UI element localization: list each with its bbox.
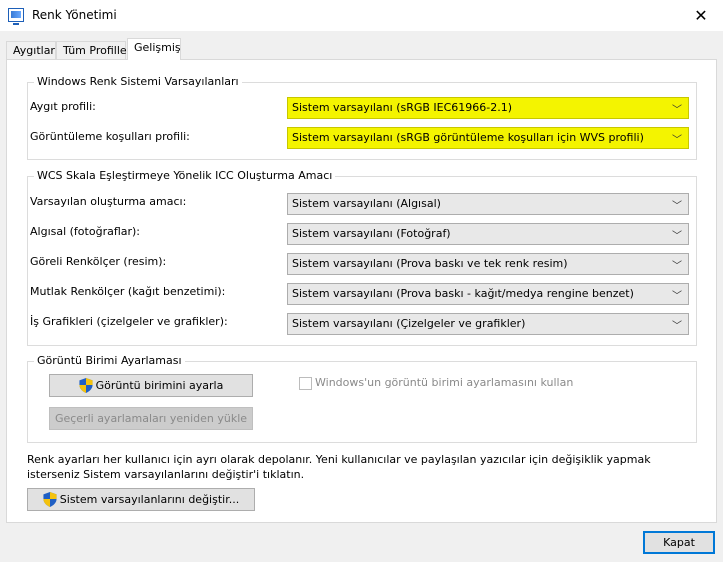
device-profile-value: Sistem varsayılanı (sRGB IEC61966-2.1) (292, 101, 513, 114)
window-close-icon[interactable]: ✕ (679, 0, 723, 31)
device-profile-label: Aygıt profili: (30, 100, 96, 113)
chevron-down-icon: ﹀ (672, 261, 682, 272)
calibrate-display-label: Görüntü birimini ayarla (95, 379, 224, 392)
perceptual-select[interactable]: Sistem varsayılanı (Fotoğraf) ﹀ (287, 223, 689, 245)
business-graphics-select[interactable]: Sistem varsayılanı (Çizelgeler ve grafik… (287, 313, 689, 335)
color-management-app-icon (8, 8, 24, 25)
uac-shield-icon (43, 492, 57, 507)
business-graphics-value: Sistem varsayılanı (Çizelgeler ve grafik… (292, 317, 526, 330)
chevron-down-icon: ﹀ (672, 135, 682, 146)
reload-calibration-label: Geçerli ayarlamaları yeniden yükle (54, 412, 248, 425)
tab-all-profiles[interactable]: Tüm Profiller (56, 41, 131, 60)
uac-shield-icon (79, 378, 93, 393)
wcs-defaults-title: Windows Renk Sistemi Varsayılanları (34, 75, 242, 88)
tab-advanced[interactable]: Gelişmiş (127, 38, 181, 60)
title-bar: Renk Yönetimi ✕ (0, 0, 723, 31)
relative-colorimetric-value: Sistem varsayılanı (Prova baskı ve tek r… (292, 257, 568, 270)
window-title: Renk Yönetimi (32, 8, 117, 22)
chevron-down-icon: ﹀ (672, 105, 682, 116)
use-windows-calibration-checkbox[interactable] (299, 377, 312, 390)
change-system-defaults-button[interactable]: Sistem varsayılanlarını değiştir... (27, 488, 255, 511)
default-intent-select[interactable]: Sistem varsayılanı (Algısal) ﹀ (287, 193, 689, 215)
relative-colorimetric-label: Göreli Renkölçer (resim): (30, 255, 167, 268)
perceptual-value: Sistem varsayılanı (Fotoğraf) (292, 227, 451, 240)
chevron-down-icon: ﹀ (672, 231, 682, 242)
close-button[interactable]: Kapat (643, 531, 715, 554)
viewing-conditions-label: Görüntüleme koşulları profili: (30, 130, 190, 143)
chevron-down-icon: ﹀ (672, 201, 682, 212)
icc-mapping-title: WCS Skala Eşleştirmeye Yönelik ICC Oluşt… (34, 169, 336, 182)
device-profile-select[interactable]: Sistem varsayılanı (sRGB IEC61966-2.1) ﹀ (287, 97, 689, 119)
use-windows-calibration-label: Windows'un görüntü birimi ayarlamasını k… (315, 376, 574, 389)
chevron-down-icon: ﹀ (672, 321, 682, 332)
change-system-defaults-label: Sistem varsayılanlarını değiştir... (59, 493, 240, 506)
info-text: Renk ayarları her kullanıcı için ayrı ol… (27, 453, 651, 481)
default-intent-label: Varsayılan oluşturma amacı: (30, 195, 187, 208)
viewing-conditions-value: Sistem varsayılanı (sRGB görüntüleme koş… (292, 131, 644, 144)
perceptual-label: Algısal (fotoğraflar): (30, 225, 141, 238)
absolute-colorimetric-label: Mutlak Renkölçer (kağıt benzetimi): (30, 285, 226, 298)
absolute-colorimetric-select[interactable]: Sistem varsayılanı (Prova baskı - kağıt/… (287, 283, 689, 305)
advanced-panel: Windows Renk Sistemi Varsayılanları Aygı… (6, 59, 717, 523)
reload-calibration-button[interactable]: Geçerli ayarlamaları yeniden yükle (49, 407, 253, 430)
chevron-down-icon: ﹀ (672, 291, 682, 302)
relative-colorimetric-select[interactable]: Sistem varsayılanı (Prova baskı ve tek r… (287, 253, 689, 275)
tab-devices[interactable]: Aygıtlar (6, 41, 56, 60)
calibrate-display-button[interactable]: Görüntü birimini ayarla (49, 374, 253, 397)
default-intent-value: Sistem varsayılanı (Algısal) (292, 197, 441, 210)
business-graphics-label: İş Grafikleri (çizelgeler ve grafikler): (30, 315, 228, 328)
viewing-conditions-select[interactable]: Sistem varsayılanı (sRGB görüntüleme koş… (287, 127, 689, 149)
display-calibration-title: Görüntü Birimi Ayarlaması (34, 354, 185, 367)
close-button-label: Kapat (663, 536, 695, 549)
absolute-colorimetric-value: Sistem varsayılanı (Prova baskı - kağıt/… (292, 287, 634, 300)
